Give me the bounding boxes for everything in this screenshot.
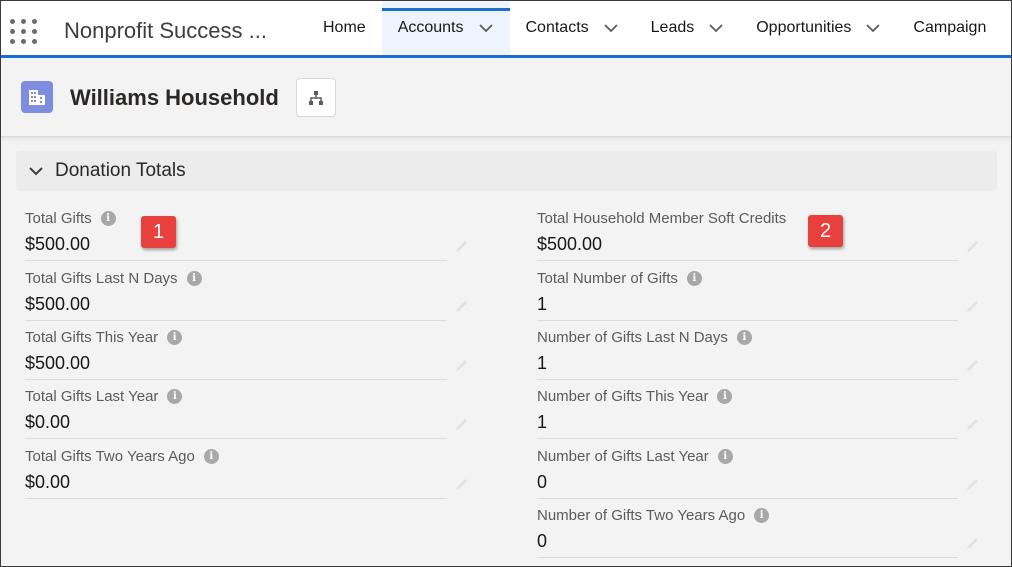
field-total-gifts-this-year: Total Gifts This Year i $500.00 (25, 320, 447, 380)
chevron-down-icon[interactable] (708, 20, 724, 36)
info-icon[interactable]: i (203, 449, 219, 464)
field-label: Total Gifts Last Year i (25, 388, 183, 405)
field-label-text: Total Number of Gifts (537, 270, 678, 287)
field-label-text: Total Gifts Two Years Ago (25, 448, 195, 465)
field-label: Total Gifts Two Years Ago i (25, 448, 219, 465)
field-value: $500.00 (25, 353, 91, 373)
field-label: Total Gifts Last N Days i (25, 270, 202, 287)
field-label: Number of Gifts This Year i (537, 388, 733, 405)
field-total-gifts: Total Gifts i $500.00 (25, 201, 447, 261)
nav-tab-leads[interactable]: Leads (635, 1, 741, 55)
field-number-of-gifts-last-n-days: Number of Gifts Last N Days i 1 (537, 320, 958, 380)
field-number-of-gifts-last-year: Number of Gifts Last Year i 0 (537, 439, 958, 499)
info-icon[interactable]: i (686, 271, 702, 286)
info-icon[interactable]: i (100, 211, 116, 226)
view-hierarchy-button[interactable] (296, 78, 336, 117)
nav-tab-label: Leads (650, 19, 695, 36)
nav-tab-label: Opportunities (756, 19, 852, 36)
edit-pencil-icon[interactable] (965, 357, 981, 373)
edit-pencil-icon[interactable] (454, 416, 470, 432)
nav-tab-accounts[interactable]: Accounts (381, 1, 510, 55)
field-value: $500.00 (25, 294, 91, 314)
edit-pencil-icon[interactable] (454, 476, 470, 492)
chevron-down-icon[interactable] (478, 20, 494, 36)
section-title: Donation Totals (55, 160, 186, 181)
field-label-text: Total Gifts (25, 210, 92, 227)
nav-tab-opportunities[interactable]: Opportunities (740, 1, 897, 55)
field-label: Total Gifts This Year i (25, 329, 183, 346)
chevron-down-icon[interactable] (603, 20, 619, 36)
section-donation-totals[interactable]: Donation Totals (16, 151, 997, 191)
info-icon[interactable]: i (754, 508, 770, 523)
field-total-gifts-two-years-ago: Total Gifts Two Years Ago i $0.00 (25, 439, 447, 499)
field-value: $0.00 (25, 472, 71, 492)
global-nav-bar: Nonprofit Success ... Home Accounts Cont… (1, 1, 1011, 58)
edit-pencil-icon[interactable] (454, 238, 470, 254)
field-value: 1 (537, 353, 548, 373)
field-total-gifts-last-n-days: Total Gifts Last N Days i $500.00 (25, 261, 447, 321)
field-label-text: Total Gifts This Year (25, 329, 159, 346)
chevron-down-icon[interactable] (865, 20, 881, 36)
app-launcher-icon[interactable] (10, 19, 38, 45)
record-title: Williams Household (70, 85, 279, 110)
info-icon[interactable]: i (736, 330, 752, 345)
nav-tabs: Home Accounts Contacts Leads Opportuniti… (307, 1, 1002, 55)
edit-pencil-icon[interactable] (965, 238, 981, 254)
nav-tab-campaigns[interactable]: Campaign (897, 1, 1002, 55)
app-name: Nonprofit Success ... (64, 18, 267, 43)
info-icon[interactable]: i (717, 389, 733, 404)
edit-pencil-icon[interactable] (454, 357, 470, 373)
field-label-text: Number of Gifts Two Years Ago (537, 507, 746, 524)
field-value: 1 (537, 412, 548, 432)
nav-tab-label: Campaign (913, 19, 987, 36)
edit-pencil-icon[interactable] (965, 535, 981, 551)
field-label-text: Number of Gifts Last N Days (537, 329, 728, 346)
field-total-number-of-gifts: Total Number of Gifts i 1 (537, 261, 958, 321)
callout-badge-1: 1 (141, 216, 176, 248)
nav-tab-contacts[interactable]: Contacts (510, 1, 635, 55)
field-label: Number of Gifts Two Years Ago i (537, 507, 770, 524)
field-label-text: Number of Gifts Last Year (537, 448, 709, 465)
edit-pencil-icon[interactable] (454, 298, 470, 314)
info-icon[interactable]: i (167, 330, 183, 345)
field-value: $0.00 (25, 412, 71, 432)
field-label-text: Total Household Member Soft Credits (537, 210, 787, 227)
info-icon[interactable]: i (186, 271, 202, 286)
field-label-text: Total Gifts Last Year (25, 388, 159, 405)
field-label: Number of Gifts Last Year i (537, 448, 733, 465)
hierarchy-icon (309, 90, 323, 105)
info-icon[interactable]: i (717, 449, 733, 464)
callout-badge-2: 2 (808, 215, 843, 247)
field-label: Total Household Member Soft Credits (537, 210, 786, 227)
nav-tab-label: Home (323, 19, 366, 36)
nav-tab-label: Accounts (397, 19, 464, 36)
edit-pencil-icon[interactable] (965, 416, 981, 432)
nav-tab-label: Contacts (525, 19, 589, 36)
field-total-household-member-soft-credits: Total Household Member Soft Credits $500… (537, 201, 958, 261)
edit-pencil-icon[interactable] (965, 476, 981, 492)
record-header: Williams Household (1, 58, 1011, 137)
field-label: Total Number of Gifts i (537, 270, 702, 287)
field-label: Total Gifts i (25, 210, 116, 227)
field-label: Number of Gifts Last N Days i (537, 329, 752, 346)
field-number-of-gifts-this-year: Number of Gifts This Year i 1 (537, 379, 958, 439)
field-total-gifts-last-year: Total Gifts Last Year i $0.00 (25, 379, 447, 439)
field-value: 1 (537, 294, 548, 314)
field-label-text: Total Gifts Last N Days (25, 270, 178, 287)
field-value: 0 (537, 472, 548, 492)
field-label-text: Number of Gifts This Year (537, 388, 709, 405)
chevron-down-icon (27, 162, 45, 180)
edit-pencil-icon[interactable] (965, 298, 981, 314)
nav-tab-home[interactable]: Home (307, 1, 382, 55)
field-value: $500.00 (25, 234, 91, 254)
field-value: 0 (537, 531, 548, 551)
household-account-icon (21, 81, 53, 113)
field-number-of-gifts-two-years-ago: Number of Gifts Two Years Ago i 0 (537, 498, 958, 558)
info-icon[interactable]: i (167, 389, 183, 404)
field-value: $500.00 (537, 234, 603, 254)
